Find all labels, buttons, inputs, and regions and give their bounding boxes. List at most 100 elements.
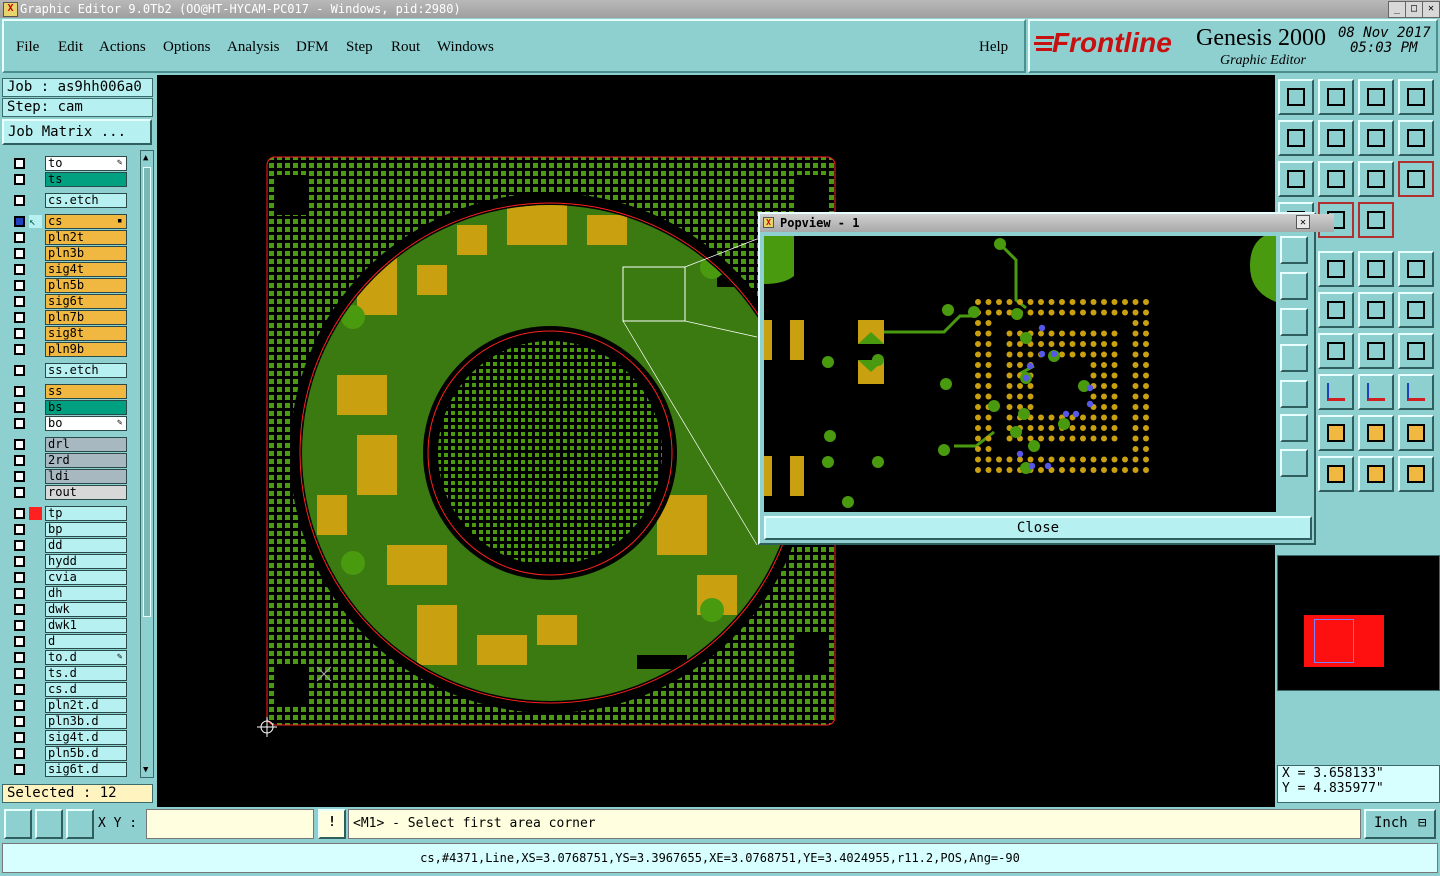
layer-checkbox[interactable]	[14, 487, 25, 498]
layer-row-sig6t[interactable]: sig6t	[8, 294, 128, 309]
menu-actions[interactable]: Actions	[99, 39, 146, 56]
layer-row-pln7b[interactable]: pln7b	[8, 310, 128, 325]
select-pointer-2-icon[interactable]	[1358, 456, 1394, 492]
layer-row-tp[interactable]: tp	[8, 506, 128, 521]
home-view-icon[interactable]	[1358, 79, 1394, 115]
layer-checkbox[interactable]	[14, 216, 25, 227]
menu-options[interactable]: Options	[163, 39, 211, 56]
layer-row-dwk1[interactable]: dwk1	[8, 618, 128, 633]
layer-checkbox[interactable]	[14, 524, 25, 535]
layer-checkbox[interactable]	[14, 716, 25, 727]
layer-row-bp[interactable]: bp	[8, 522, 128, 537]
layer-row-2rd[interactable]: 2rd	[8, 453, 128, 468]
bottom-view-icon[interactable]	[1318, 79, 1354, 115]
resize-icon[interactable]	[1358, 374, 1394, 410]
top-view-icon[interactable]	[1278, 79, 1314, 115]
layer-row-cs.etch[interactable]: cs.etch	[8, 193, 128, 208]
layer-row-pln9b[interactable]: pln9b	[8, 342, 128, 357]
measure-icon[interactable]	[35, 809, 63, 839]
draw-line-icon[interactable]	[1318, 251, 1354, 287]
undo-icon[interactable]	[1358, 120, 1394, 156]
layer-row-cs[interactable]: ↖ cs ▪	[8, 214, 128, 229]
popview-close-button[interactable]: Close	[764, 516, 1312, 540]
layer-row-bs[interactable]: bs	[8, 400, 128, 415]
net-select-icon[interactable]	[1398, 456, 1434, 492]
layer-row-rout[interactable]: rout	[8, 485, 128, 500]
layer-row-bo[interactable]: bo ✎	[8, 416, 128, 431]
menu-edit[interactable]: Edit	[58, 39, 83, 56]
popview-close-icon[interactable]: ✕	[1296, 215, 1310, 229]
layer-row-sig8t[interactable]: sig8t	[8, 326, 128, 341]
layer-list-scrollbar[interactable]: ▲ ▼	[140, 150, 154, 778]
layer-checkbox[interactable]	[14, 572, 25, 583]
pan-left-icon[interactable]	[1278, 120, 1314, 156]
layer-checkbox[interactable]	[14, 264, 25, 275]
layer-checkbox[interactable]	[14, 312, 25, 323]
layer-checkbox[interactable]	[14, 732, 25, 743]
ruler-icon[interactable]	[1358, 251, 1394, 287]
move-icon[interactable]	[1358, 292, 1394, 328]
layer-checkbox[interactable]	[14, 280, 25, 291]
outline-1-icon[interactable]	[1318, 415, 1354, 451]
layer-checkbox[interactable]	[14, 439, 25, 450]
layer-row-to.d[interactable]: to.d ✎	[8, 650, 128, 665]
layer-row-dd[interactable]: dd	[8, 538, 128, 553]
scroll-up-icon[interactable]: ▲	[143, 153, 151, 163]
layer-row-ts[interactable]: ts	[8, 172, 128, 187]
layer-row-ldi[interactable]: ldi	[8, 469, 128, 484]
layer-row-pln5b[interactable]: pln5b	[8, 278, 128, 293]
redraw-icon[interactable]	[1398, 120, 1434, 156]
zoom-area-icon[interactable]	[4, 809, 32, 839]
layer-row-pln3b[interactable]: pln3b	[8, 246, 128, 261]
fit-all-icon[interactable]	[1318, 161, 1354, 197]
layer-checkbox[interactable]	[14, 748, 25, 759]
layer-row-ts.d[interactable]: ts.d	[8, 666, 128, 681]
pad-icon[interactable]	[1398, 251, 1434, 287]
overview-navigator[interactable]	[1277, 555, 1440, 691]
scroll-down-icon[interactable]: ▼	[143, 765, 151, 775]
minimize-button[interactable]: _	[1388, 1, 1406, 18]
menu-file[interactable]: File	[16, 39, 39, 56]
layer-checkbox[interactable]	[14, 508, 25, 519]
help-query-icon[interactable]	[1398, 161, 1434, 197]
maximize-button[interactable]: □	[1405, 1, 1423, 18]
layer-row-pln2t[interactable]: pln2t	[8, 230, 128, 245]
layer-row-pln3b.d[interactable]: pln3b.d	[8, 714, 128, 729]
outline-3-icon[interactable]	[1398, 415, 1434, 451]
menu-rout[interactable]: Rout	[391, 39, 420, 56]
layer-row-hydd[interactable]: hydd	[8, 554, 128, 569]
popview-tool-4-icon[interactable]	[1280, 344, 1308, 372]
delete-icon[interactable]	[1318, 292, 1354, 328]
layer-checkbox[interactable]	[14, 195, 25, 206]
layer-checkbox[interactable]	[14, 365, 25, 376]
layer-checkbox[interactable]	[14, 455, 25, 466]
scrollbar-thumb[interactable]	[143, 167, 151, 617]
layer-checkbox[interactable]	[14, 652, 25, 663]
scale-1-2-icon[interactable]	[1358, 161, 1394, 197]
split-view-icon[interactable]	[1398, 79, 1434, 115]
layer-checkbox[interactable]	[14, 328, 25, 339]
menu-help[interactable]: Help	[979, 39, 1008, 56]
layer-row-pln2t.d[interactable]: pln2t.d	[8, 698, 128, 713]
info-icon[interactable]: !	[318, 809, 346, 839]
pan-right-icon[interactable]	[1318, 120, 1354, 156]
layer-checkbox[interactable]	[14, 402, 25, 413]
layer-row-d[interactable]: d	[8, 634, 128, 649]
layer-checkbox[interactable]	[14, 764, 25, 775]
layer-row-ss.etch[interactable]: ss.etch	[8, 363, 128, 378]
text-icon[interactable]	[1398, 333, 1434, 369]
layer-checkbox[interactable]	[14, 540, 25, 551]
layer-checkbox[interactable]	[14, 620, 25, 631]
layer-checkbox[interactable]	[14, 556, 25, 567]
menu-windows[interactable]: Windows	[437, 39, 494, 56]
popview-canvas[interactable]	[764, 236, 1276, 512]
menu-analysis[interactable]: Analysis	[227, 39, 280, 56]
layer-checkbox[interactable]	[14, 636, 25, 647]
layer-row-pln5b.d[interactable]: pln5b.d	[8, 746, 128, 761]
menu-dfm[interactable]: DFM	[296, 39, 329, 56]
copy-icon[interactable]	[1398, 292, 1434, 328]
popview-tool-6-icon[interactable]	[1280, 414, 1308, 442]
popview-tool-2-icon[interactable]	[1280, 272, 1308, 300]
units-select[interactable]: Inch ⊟	[1364, 809, 1436, 839]
snap-grid-icon[interactable]	[66, 809, 94, 839]
